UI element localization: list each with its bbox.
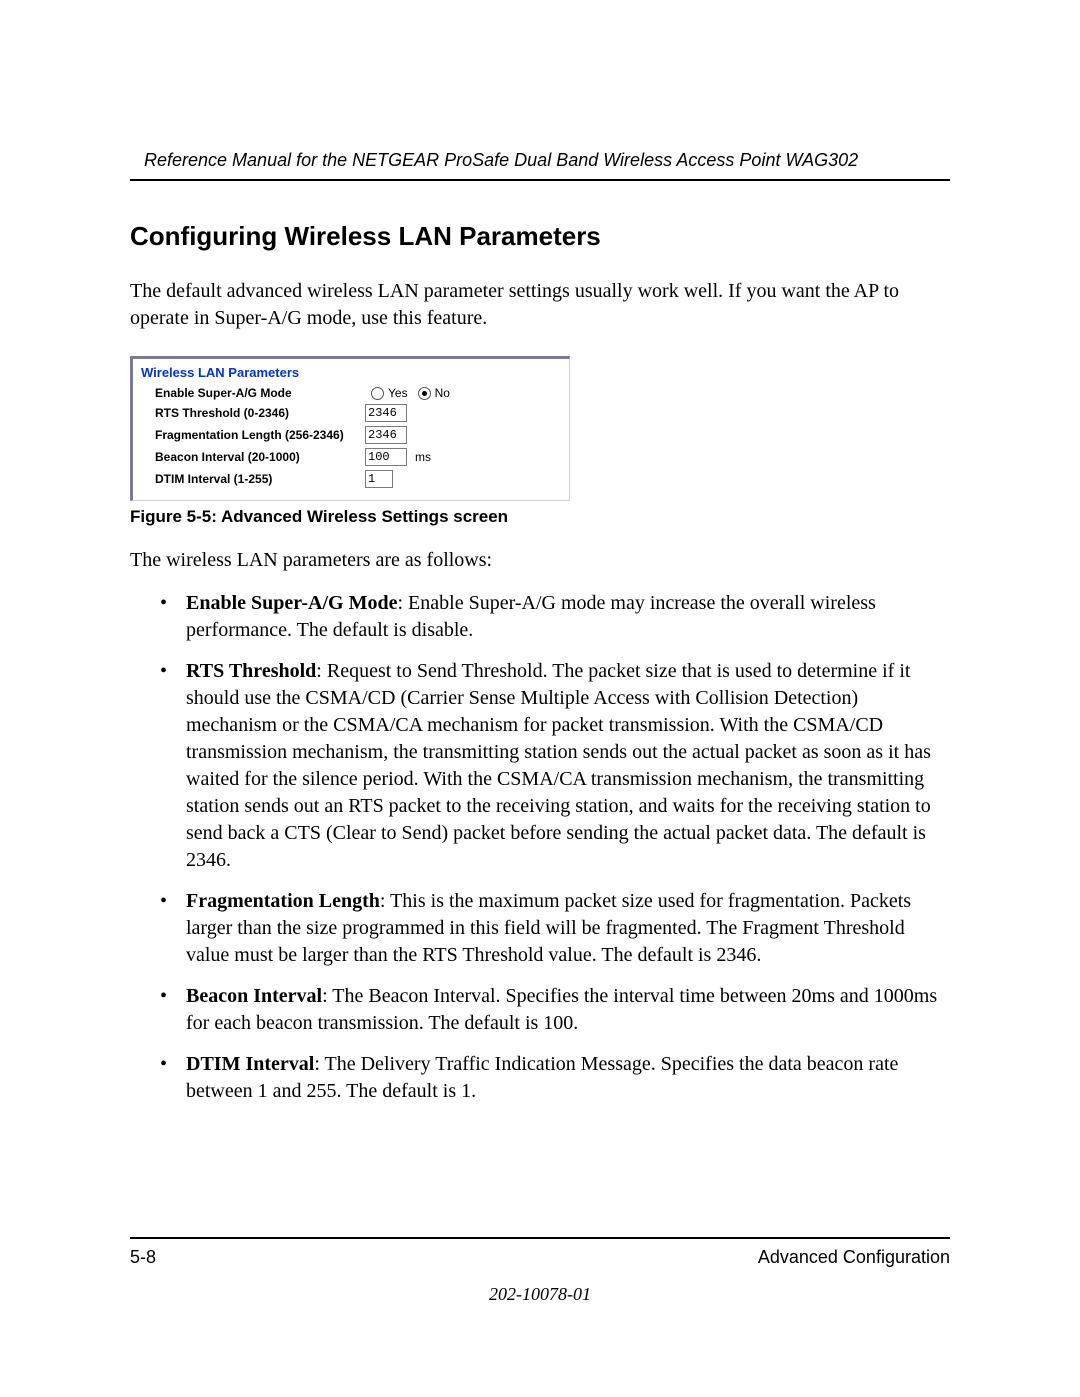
figure-caption: Figure 5-5: Advanced Wireless Settings s… — [130, 507, 950, 527]
page-number: 5-8 — [130, 1247, 156, 1268]
list-item: Beacon Interval: The Beacon Interval. Sp… — [160, 983, 950, 1037]
doc-number: 202-10078-01 — [130, 1284, 950, 1305]
term-beacon: Beacon Interval — [186, 985, 322, 1007]
radio-group-super-ag: Yes No — [365, 386, 450, 400]
label-super-ag: Enable Super-A/G Mode — [155, 386, 365, 400]
term-dtim: DTIM Interval — [186, 1053, 314, 1075]
row-rts: RTS Threshold (0-2346) — [155, 404, 559, 422]
row-beacon: Beacon Interval (20-1000) ms — [155, 448, 559, 466]
term-frag: Fragmentation Length — [186, 890, 380, 912]
label-frag: Fragmentation Length (256-2346) — [155, 428, 365, 442]
term-super-ag: Enable Super-A/G Mode — [186, 592, 398, 614]
row-frag: Fragmentation Length (256-2346) — [155, 426, 559, 444]
list-intro: The wireless LAN parameters are as follo… — [130, 549, 950, 572]
page: Reference Manual for the NETGEAR ProSafe… — [0, 0, 1080, 1397]
list-item: Enable Super-A/G Mode: Enable Super-A/G … — [160, 590, 950, 644]
input-dtim[interactable] — [365, 470, 393, 488]
row-super-ag: Enable Super-A/G Mode Yes No — [155, 386, 559, 400]
term-rts: RTS Threshold — [186, 660, 316, 682]
list-item: RTS Threshold: Request to Send Threshold… — [160, 658, 950, 874]
input-rts[interactable] — [365, 404, 407, 422]
text-rts: : Request to Send Threshold. The packet … — [186, 660, 931, 871]
panel-title: Wireless LAN Parameters — [141, 365, 559, 380]
section-title: Configuring Wireless LAN Parameters — [130, 221, 950, 252]
unit-beacon: ms — [415, 450, 431, 464]
input-frag[interactable] — [365, 426, 407, 444]
input-beacon[interactable] — [365, 448, 407, 466]
row-dtim: DTIM Interval (1-255) — [155, 470, 559, 488]
label-dtim: DTIM Interval (1-255) — [155, 472, 365, 486]
parameter-list: Enable Super-A/G Mode: Enable Super-A/G … — [130, 590, 950, 1105]
label-beacon: Beacon Interval (20-1000) — [155, 450, 365, 464]
running-header: Reference Manual for the NETGEAR ProSafe… — [130, 150, 950, 181]
list-item: DTIM Interval: The Delivery Traffic Indi… — [160, 1051, 950, 1105]
section-intro: The default advanced wireless LAN parame… — [130, 278, 950, 332]
radio-yes-label: Yes — [388, 386, 408, 400]
radio-yes[interactable] — [371, 387, 384, 400]
label-rts: RTS Threshold (0-2346) — [155, 406, 365, 420]
list-item: Fragmentation Length: This is the maximu… — [160, 888, 950, 969]
wireless-lan-panel: Wireless LAN Parameters Enable Super-A/G… — [130, 356, 570, 501]
chapter-name: Advanced Configuration — [758, 1247, 950, 1268]
radio-no-label: No — [435, 386, 450, 400]
page-footer: 5-8 Advanced Configuration 202-10078-01 — [130, 1237, 950, 1305]
radio-no[interactable] — [418, 387, 431, 400]
